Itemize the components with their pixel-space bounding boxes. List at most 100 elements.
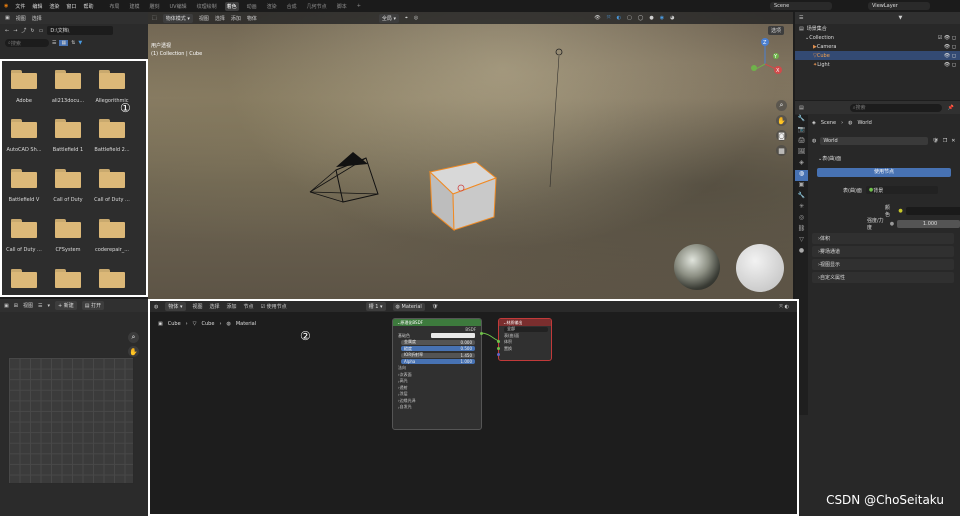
physics-tab-icon[interactable]: ◎ [795,214,808,225]
duplicate-icon[interactable]: ❐ [943,138,947,144]
parent-folder-icon[interactable]: ⤴ [21,27,26,34]
camera-object[interactable] [309,152,379,203]
visibility-eye-icon[interactable]: ☑ 👁 ◻ [938,35,956,41]
menu-file[interactable]: 文件 [15,3,25,10]
open-image-button[interactable]: ▤ 打开 [81,301,105,310]
output-tab-icon[interactable]: 🖨 [795,137,808,148]
world-name-field[interactable]: World [820,137,929,145]
blender-logo-icon[interactable]: ◉ [4,3,8,9]
folder-item[interactable]: ali213docu... [46,70,90,104]
strength-field[interactable]: 1.000 [897,220,960,228]
fb-menu-view[interactable]: 视图 [16,15,26,22]
visibility-eye-icon[interactable]: 👁 ◻ [944,62,956,68]
render-tab-icon[interactable]: 📷 [795,126,808,137]
folder-item[interactable]: Call of Duty ... [90,169,134,203]
displacement-input-socket[interactable] [497,353,500,356]
refresh-icon[interactable]: ↻ [30,28,34,34]
tab-modeling[interactable]: 建模 [127,2,141,11]
world-tab-icon[interactable]: ◍ [795,170,808,181]
properties-search[interactable]: ⌕ 搜索 [849,103,942,112]
volume-panel-header[interactable]: › 体积 [812,233,954,244]
emission-row[interactable]: › 自发光 [393,404,481,411]
pin-icon[interactable]: 📌 [948,105,954,111]
vertical-list-icon[interactable]: ☰ [52,40,56,46]
color-swatch[interactable] [905,207,960,215]
menu-window[interactable]: 窗口 [66,3,76,10]
folder-item[interactable] [2,269,46,288]
volume-input-socket[interactable] [497,347,500,350]
light-object[interactable] [549,48,563,188]
surface-input-socket[interactable] [497,340,500,343]
uv-menu-view[interactable]: 视图 [23,302,33,309]
base-color-swatch[interactable] [431,333,475,339]
outliner-scene-collection[interactable]: ▤ 场景集合 [795,24,960,33]
tab-layout[interactable]: 布局 [107,2,121,11]
particles-tab-icon[interactable]: ✳ [795,203,808,214]
output-node-header[interactable]: ⌄ 材质输出 [499,319,551,326]
zoom-icon[interactable]: ⌕ [776,100,787,111]
alpha-field[interactable]: Alpha 1.000 [401,359,475,365]
filter-icon[interactable]: ▼ [898,15,902,21]
use-nodes-button[interactable]: 使用节点 [817,168,951,177]
view-layer-selector[interactable]: ViewLayer [868,2,930,10]
unlink-icon[interactable]: ✕ [951,138,955,144]
folder-item[interactable]: Call of Duty [46,169,90,203]
hamburger-icon[interactable]: ☰ [38,303,42,309]
editor-type-icon[interactable]: ▣ [4,303,9,309]
3d-viewport[interactable]: ⬚ 物体模式 ▾ 视图 选择 添加 物体 全局 ▾ ⌖ ◎ 👁 ⤧ ◐ ▢ ◯ … [148,12,793,299]
back-icon[interactable]: ← [5,28,9,34]
fake-user-icon[interactable]: 🛡 [932,138,938,144]
folder-item[interactable]: Allegorithmic [90,70,134,104]
folder-item[interactable]: Adobe [2,70,46,104]
material-tab-icon[interactable]: ● [795,247,808,258]
new-folder-icon[interactable]: ▭ [39,28,44,34]
uv-mode-icon[interactable]: ⊞ [14,303,18,309]
pan-hand-icon[interactable]: ✋ [128,346,139,357]
modifier-tab-icon[interactable]: 🔧 [795,192,808,203]
add-workspace-icon[interactable]: + [355,2,363,10]
perspective-grid-icon[interactable]: ▦ [776,145,787,156]
surface-panel-header[interactable]: ⌄ 表(曲)面 [812,153,954,164]
bsdf-node-header[interactable]: ⌄ 原理化BSDF [393,319,481,326]
tab-texture-paint[interactable]: 纹理绘制 [195,2,219,11]
shader-node-editor[interactable]: ◍ 物体 ▾ 视图 选择 添加 节点 ☑ 使用节点 槽 1 ▾ ◍ Materi… [148,299,799,516]
forward-icon[interactable]: → [13,28,17,34]
constraints-tab-icon[interactable]: ⛓ [795,225,808,236]
viewport-display-panel-header[interactable]: › 视图显示 [812,259,954,270]
tab-rendering[interactable]: 渲染 [265,2,279,11]
thumbnail-view-icon[interactable]: ▦ [59,40,69,46]
scene-tab-icon[interactable]: ◈ [795,159,808,170]
object-tab-icon[interactable]: ▣ [795,181,808,192]
folder-item[interactable]: coderepair_... [90,219,134,253]
editor-type-icon[interactable]: ▣ [5,15,10,21]
material-output-node[interactable]: ⌄ 材质输出 全部 表(曲)面 体积 置换 [498,318,552,361]
folder-item[interactable]: CFSystem [46,219,90,253]
bsdf-output-socket[interactable] [480,332,483,335]
folder-item[interactable] [90,269,134,288]
folder-item[interactable]: Battlefield V [2,169,46,203]
data-tab-icon[interactable]: ▽ [795,236,808,247]
folder-item[interactable]: Battlefield 2... [90,119,134,153]
fb-menu-select[interactable]: 选择 [32,15,42,22]
custom-properties-panel-header[interactable]: › 自定义属性 [812,272,954,283]
view-layer-tab-icon[interactable]: 🖼 [795,148,808,159]
outliner-row-collection[interactable]: ⌄ Collection ☑ 👁 ◻ [795,33,960,42]
ior-field[interactable]: IOR折射率 1.450 [401,352,475,358]
camera-view-icon[interactable]: ◙ [776,130,787,141]
tool-tab-icon[interactable]: 🔧 [795,115,808,126]
cube-object[interactable] [428,161,498,232]
navigation-gizmo[interactable]: Z Y X [751,38,782,74]
principled-bsdf-node[interactable]: ⌄ 原理化BSDF BSDF 基础色 金属度 0.000 糙度 0.500 IOR折… [392,318,482,430]
menu-render[interactable]: 渲染 [49,3,59,10]
folder-item[interactable] [46,269,90,288]
zoom-icon[interactable]: ⌕ [128,332,139,343]
menu-edit[interactable]: 编辑 [32,3,42,10]
roughness-field[interactable]: 糙度 0.500 [401,346,475,352]
outliner-row-camera[interactable]: ▶ Camera 👁 ◻ [795,42,960,51]
tab-geometry-nodes[interactable]: 几何节点 [305,2,329,11]
folder-item[interactable]: Battlefield 1 [46,119,90,153]
path-input[interactable]: D:\文档\ [47,26,114,35]
editor-type-icon[interactable]: ☰ [799,15,803,21]
tab-shading[interactable]: 着色 [224,1,239,11]
tab-compositing[interactable]: 合成 [285,2,299,11]
